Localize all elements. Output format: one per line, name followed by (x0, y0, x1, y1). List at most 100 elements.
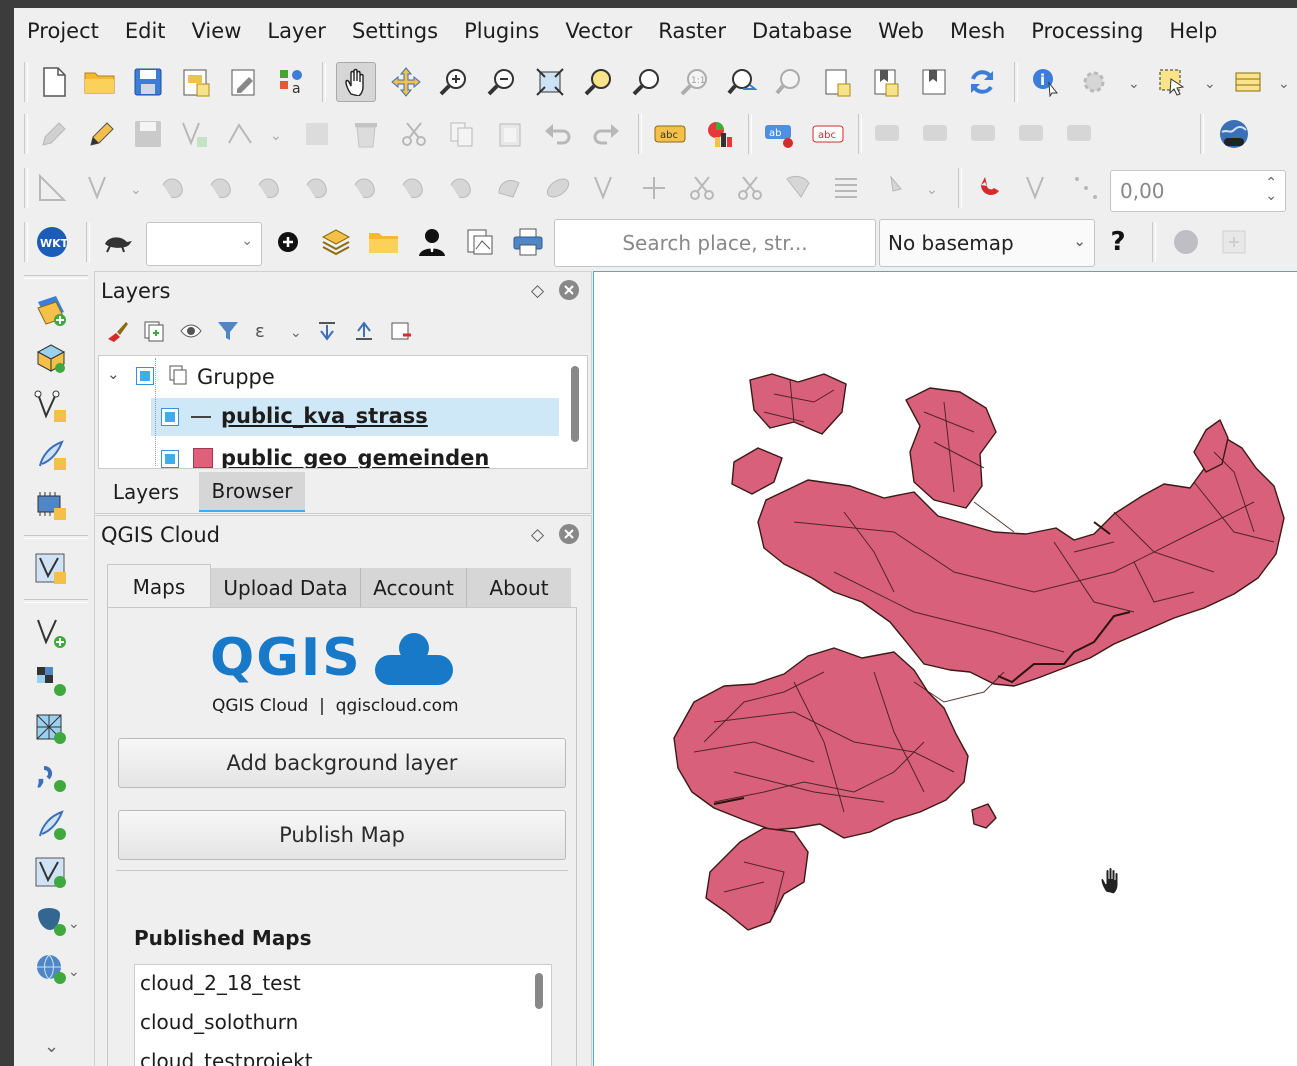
menu-database[interactable]: Database (739, 19, 865, 43)
chevron-down-icon[interactable]: ⌄ (130, 182, 142, 198)
copy-features-icon[interactable] (442, 114, 482, 154)
pin-unpin-labels-icon[interactable]: abc (808, 114, 848, 154)
new-map-view-icon[interactable] (818, 62, 858, 102)
label-properties-icon[interactable] (1062, 114, 1102, 154)
zoom-to-selection-icon[interactable] (578, 62, 618, 102)
add-raster-layer-icon[interactable] (31, 661, 71, 701)
menu-mesh[interactable]: Mesh (937, 19, 1018, 43)
zoom-to-layer-icon[interactable] (626, 62, 666, 102)
rotate-point-symbols-icon[interactable] (874, 168, 914, 208)
georeferencer-icon[interactable] (460, 222, 500, 262)
add-delimited-text-layer-icon[interactable]: , (31, 757, 71, 797)
add-point-plugin-icon[interactable] (268, 222, 308, 262)
add-spatialite-layer-icon[interactable] (31, 805, 71, 845)
manage-map-themes-eye-icon[interactable] (179, 319, 203, 347)
tab-upload-data[interactable]: Upload Data (211, 568, 361, 608)
menu-settings[interactable]: Settings (339, 19, 451, 43)
identify-features-icon[interactable]: i (1026, 62, 1066, 102)
publish-map-button[interactable]: Publish Map (118, 810, 566, 860)
menu-raster[interactable]: Raster (645, 19, 739, 43)
new-spatialite-layer-icon[interactable] (31, 435, 71, 475)
zoom-in-icon[interactable] (434, 62, 474, 102)
add-ring-icon[interactable] (298, 168, 338, 208)
menu-processing[interactable]: Processing (1018, 19, 1156, 43)
basemap-select[interactable]: No basemap ⌄ (879, 219, 1095, 267)
paste-features-icon[interactable] (490, 114, 530, 154)
modify-attributes-icon[interactable] (298, 114, 338, 154)
snapping-tolerance-spinbox[interactable]: 0,00 ⌃ ⌄ (1110, 170, 1286, 212)
collapse-arrow-icon[interactable]: ⌄ (107, 365, 120, 383)
turtle-plugin-icon[interactable] (98, 222, 138, 262)
user-profile-icon[interactable] (412, 222, 452, 262)
menu-project[interactable]: Project (14, 19, 112, 43)
chevron-down-icon[interactable]: ⌄ (926, 182, 938, 198)
move-feature-icon[interactable] (154, 168, 194, 208)
help-button[interactable]: ? (1098, 222, 1138, 262)
tab-maps[interactable]: Maps (107, 564, 211, 608)
current-edits-icon[interactable] (32, 114, 72, 154)
open-attribute-table-icon[interactable] (1228, 62, 1268, 102)
map-canvas[interactable] (593, 271, 1297, 1066)
add-wms-layer-icon[interactable] (31, 949, 71, 989)
add-virtual-layer-icon[interactable] (31, 853, 71, 893)
chevron-down-icon[interactable]: ⌄ (68, 964, 80, 980)
open-folder-icon[interactable] (364, 222, 404, 262)
tab-browser[interactable]: Browser (199, 472, 305, 512)
tab-layers[interactable]: Layers (95, 472, 197, 512)
offset-curve-icon[interactable] (538, 168, 578, 208)
plugin-combo-box[interactable]: ⌄ (146, 222, 262, 266)
new-bookmark-icon[interactable] (866, 62, 906, 102)
new-geopackage-layer-icon[interactable] (31, 339, 71, 379)
vertex-tool-icon[interactable] (220, 114, 260, 154)
chevron-down-icon[interactable]: ⌄ (290, 325, 302, 341)
delete-selected-icon[interactable] (346, 114, 386, 154)
tab-account[interactable]: Account (361, 568, 467, 608)
more-tools-chevron-icon[interactable]: ⌄ (44, 1036, 59, 1057)
chevron-down-icon[interactable]: ⌄ (1128, 76, 1140, 92)
expand-all-icon[interactable] (315, 319, 339, 347)
globe-plugin-icon[interactable] (1166, 222, 1206, 262)
digitize-shape-icon[interactable] (80, 168, 120, 208)
redo-icon[interactable] (586, 114, 626, 154)
select-features-icon[interactable] (1152, 62, 1192, 102)
float-panel-icon[interactable]: ◇ (531, 525, 553, 547)
snapping-magnet-icon[interactable] (970, 168, 1010, 208)
run-feature-action-icon[interactable] (1074, 62, 1114, 102)
layer-tree-item-group[interactable]: ⌄ Gruppe (99, 359, 559, 395)
close-panel-icon[interactable] (558, 523, 580, 545)
add-feature-icon[interactable] (174, 114, 214, 154)
reshape-features-icon[interactable] (490, 168, 530, 208)
add-part-icon[interactable] (346, 168, 386, 208)
chevron-down-icon[interactable]: ⌄ (1204, 76, 1216, 92)
layer-diagram-options-icon[interactable] (700, 114, 740, 154)
merge-features-icon[interactable] (778, 168, 818, 208)
layer-tree-scrollbar[interactable] (571, 366, 579, 442)
search-places-input[interactable]: Search place, str... (554, 219, 876, 267)
add-group-icon[interactable] (142, 319, 166, 347)
layer-tree-item-public-kva-strass[interactable]: public_kva_strass (151, 398, 559, 436)
add-postgis-layer-icon[interactable] (31, 901, 71, 941)
layer-visibility-checkbox[interactable] (161, 408, 179, 426)
add-background-layer-button[interactable]: Add background layer (118, 738, 566, 788)
menu-view[interactable]: View (179, 19, 255, 43)
pan-map-icon[interactable] (336, 62, 376, 102)
snapping-tolerance-icon[interactable] (1066, 168, 1106, 208)
remove-layer-icon[interactable] (389, 319, 413, 347)
cut-features-icon[interactable] (394, 114, 434, 154)
tab-about[interactable]: About (467, 568, 571, 608)
menu-help[interactable]: Help (1156, 19, 1230, 43)
show-hide-labels-icon[interactable] (870, 114, 910, 154)
print-icon[interactable] (508, 222, 548, 262)
chevron-down-icon[interactable]: ⌄ (270, 128, 282, 144)
style-manager-brush-icon[interactable] (105, 319, 129, 347)
trim-extend-icon[interactable] (634, 168, 674, 208)
zoom-native-resolution-icon[interactable]: 1:1 (674, 62, 714, 102)
split-parts-icon[interactable] (730, 168, 770, 208)
chevron-down-icon[interactable]: ⌄ (1278, 76, 1290, 92)
snap-to-vertex-icon[interactable] (1018, 168, 1058, 208)
filter-by-expression-icon[interactable]: ε (253, 319, 277, 347)
list-item[interactable]: cloud_2_18_test (140, 971, 301, 995)
list-scrollbar[interactable] (535, 973, 543, 1009)
merge-attributes-icon[interactable] (826, 168, 866, 208)
menu-edit[interactable]: Edit (112, 19, 179, 43)
